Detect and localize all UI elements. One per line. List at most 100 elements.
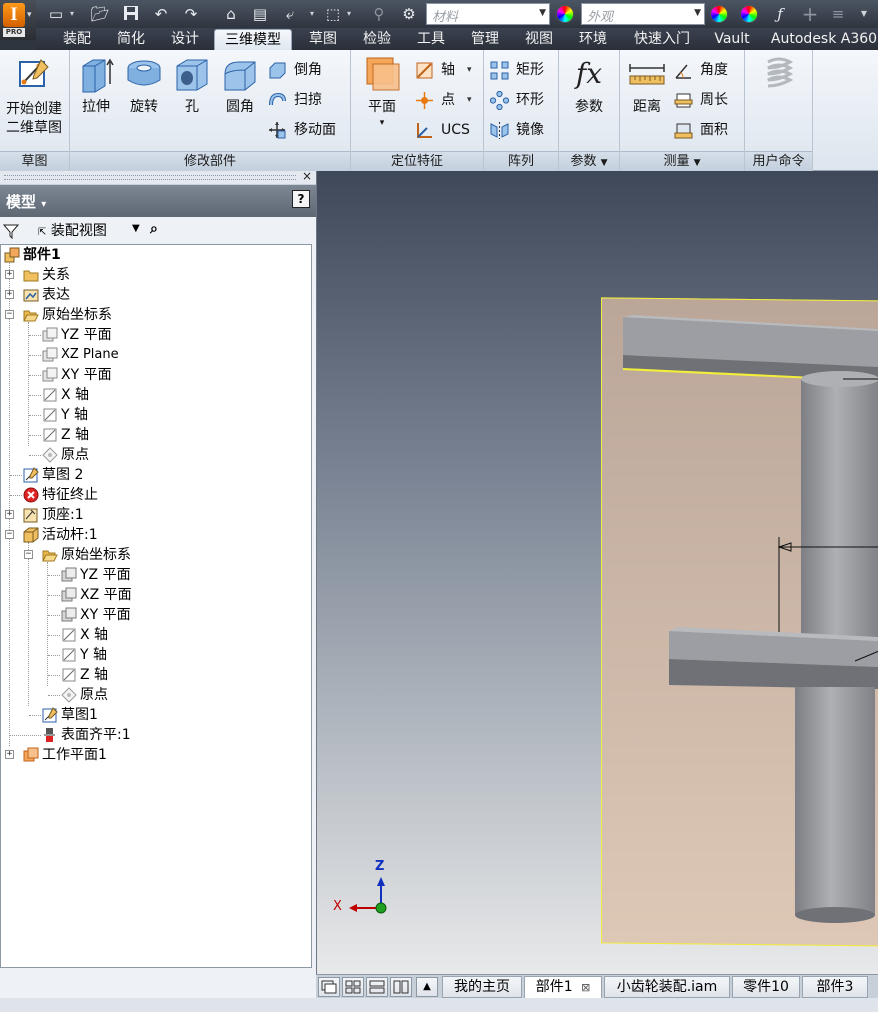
clear-appearance-icon[interactable] bbox=[740, 5, 758, 23]
start-2d-sketch-button[interactable]: 开始创建 二维草图 bbox=[0, 54, 68, 137]
close-icon[interactable]: ⊠ bbox=[581, 981, 590, 994]
fillet-button[interactable]: 圆角 bbox=[218, 54, 262, 116]
new-dropdown-icon[interactable]: ▾ bbox=[68, 4, 76, 24]
doc-tab-my-home[interactable]: 我的主页 bbox=[442, 976, 522, 998]
tile-vertical-icon[interactable] bbox=[390, 977, 412, 997]
expand-icon[interactable]: + bbox=[5, 750, 14, 759]
tab-vault[interactable]: Vault bbox=[708, 29, 756, 50]
tab-sketch[interactable]: 草图 bbox=[300, 29, 346, 50]
measure-icon[interactable]: ⚲ bbox=[369, 4, 389, 24]
panel-parameters: fx 参数 参数 ▼ bbox=[559, 50, 620, 171]
return-dropdown-icon[interactable]: ▾ bbox=[308, 4, 316, 24]
browser-grip[interactable] bbox=[4, 175, 296, 180]
collapse-icon[interactable]: − bbox=[5, 530, 14, 539]
panel-title-measure[interactable]: 测量 ▼ bbox=[620, 151, 744, 171]
loop-button[interactable]: 周长 bbox=[674, 88, 742, 112]
undo-icon[interactable]: ↶ bbox=[151, 4, 171, 24]
expand-icon[interactable]: + bbox=[5, 270, 14, 279]
help-icon[interactable]: ? bbox=[292, 190, 310, 208]
panel-title-parameters[interactable]: 参数 ▼ bbox=[559, 151, 619, 171]
tree-guide bbox=[48, 635, 60, 636]
tab-inspect[interactable]: 检验 bbox=[354, 29, 400, 50]
browser-title-dropdown[interactable]: 模型 ▾ bbox=[6, 191, 46, 212]
tree-guide bbox=[47, 562, 48, 686]
doc-tab-assembly-1[interactable]: 部件1 ⊠ bbox=[524, 976, 602, 998]
tab-autodesk-a360[interactable]: Autodesk A360 bbox=[768, 29, 878, 50]
appearance-combo[interactable]: 外观 ▼ bbox=[581, 3, 705, 25]
ribbon-tabs: 装配 简化 设计 三维模型 草图 检验 工具 管理 视图 环境 快速入门 Vau… bbox=[36, 28, 878, 50]
tab-tools[interactable]: 工具 bbox=[408, 29, 454, 50]
chevron-down-icon[interactable]: ▾ bbox=[467, 58, 472, 82]
tile-horizontal-icon[interactable] bbox=[366, 977, 388, 997]
hole-button[interactable]: 孔 bbox=[170, 54, 214, 116]
close-icon[interactable]: × bbox=[302, 169, 312, 183]
graphics-viewport[interactable]: X Z bbox=[316, 171, 878, 974]
doc-tab-assembly-3[interactable]: 部件3 bbox=[802, 976, 868, 998]
sweep-button[interactable]: 扫掠 bbox=[268, 88, 348, 112]
tree-node-label: YZ 平面 bbox=[80, 567, 131, 583]
material-combo[interactable]: 材料 ▼ bbox=[426, 3, 550, 25]
update-icon[interactable]: ⚙ bbox=[399, 4, 419, 24]
collapse-icon[interactable]: − bbox=[5, 310, 14, 319]
project-icon[interactable]: ▤ bbox=[250, 4, 270, 24]
save-icon[interactable] bbox=[121, 4, 141, 24]
doc-tab-pinion-assembly[interactable]: 小齿轮装配.iam bbox=[604, 976, 730, 998]
area-button[interactable]: 面积 bbox=[674, 118, 742, 142]
collapse-icon[interactable]: − bbox=[24, 550, 33, 559]
tab-assemble[interactable]: 装配 bbox=[54, 29, 100, 50]
user-command-button[interactable] bbox=[755, 54, 803, 94]
rectangular-pattern-button[interactable]: 矩形 bbox=[490, 58, 556, 82]
open-icon[interactable]: 📂︎ bbox=[90, 4, 110, 24]
point-button[interactable]: 点 ▾ bbox=[415, 88, 481, 112]
material-ball-icon[interactable] bbox=[556, 5, 574, 23]
return-icon[interactable]: ⤶ bbox=[280, 4, 300, 24]
assembly-model[interactable] bbox=[317, 171, 878, 974]
revolve-button[interactable]: 旋转 bbox=[122, 54, 166, 116]
parameters-button[interactable]: fx 参数 bbox=[563, 54, 615, 116]
chevron-down-icon[interactable]: ▼ bbox=[132, 223, 140, 234]
fx-icon[interactable]: ƒ bbox=[770, 4, 790, 24]
new-icon[interactable]: ▭ bbox=[46, 4, 66, 24]
tile-windows-icon[interactable] bbox=[342, 977, 364, 997]
move-face-button[interactable]: 移动面 bbox=[268, 118, 348, 142]
tab-view[interactable]: 视图 bbox=[516, 29, 562, 50]
redo-icon[interactable]: ↷ bbox=[181, 4, 201, 24]
chevron-down-icon[interactable]: ▼ bbox=[694, 8, 701, 18]
chevron-down-icon[interactable]: ▼ bbox=[539, 8, 546, 18]
doc-tab-part-10[interactable]: 零件10 bbox=[732, 976, 800, 998]
tab-get-started[interactable]: 快速入门 bbox=[626, 29, 698, 50]
cascade-windows-icon[interactable] bbox=[318, 977, 340, 997]
mirror-button[interactable]: 镜像 bbox=[490, 118, 556, 142]
expand-icon[interactable]: + bbox=[5, 290, 14, 299]
point-icon bbox=[416, 92, 433, 109]
find-icon[interactable]: ⌕ bbox=[150, 221, 158, 237]
application-menu-button[interactable]: I PRO ▾ bbox=[0, 0, 36, 40]
plus-icon[interactable]: + bbox=[800, 4, 820, 24]
axis-button[interactable]: 轴 ▾ bbox=[415, 58, 481, 82]
circular-pattern-button[interactable]: 环形 bbox=[490, 88, 556, 112]
tab-environments[interactable]: 环境 bbox=[570, 29, 616, 50]
browser-titlebar[interactable]: × bbox=[0, 169, 316, 185]
customize-dropdown-icon[interactable]: ▼ bbox=[860, 4, 868, 24]
distance-button[interactable]: 距离 bbox=[624, 54, 670, 116]
more-icon[interactable]: ≡ bbox=[828, 4, 848, 24]
adjust-appearance-icon[interactable] bbox=[710, 5, 728, 23]
tab-3d-model[interactable]: 三维模型 bbox=[214, 29, 292, 50]
ucs-button[interactable]: UCS bbox=[415, 118, 481, 142]
extrude-button[interactable]: 拉伸 bbox=[74, 54, 118, 116]
expand-icon[interactable]: + bbox=[5, 510, 14, 519]
select-icon[interactable]: ⬚ bbox=[323, 4, 343, 24]
tab-list-up-icon[interactable]: ▲ bbox=[416, 977, 438, 997]
angle-button[interactable]: 角度 bbox=[674, 58, 742, 82]
chamfer-button[interactable]: 倒角 bbox=[268, 58, 348, 82]
plane-button[interactable]: 平面 ▾ bbox=[357, 54, 407, 132]
select-dropdown-icon[interactable]: ▾ bbox=[345, 4, 353, 24]
filter-icon[interactable] bbox=[3, 223, 19, 239]
home-icon[interactable]: ⌂ bbox=[221, 4, 241, 24]
tree-node-label: Z 轴 bbox=[61, 427, 90, 443]
chevron-down-icon[interactable]: ▾ bbox=[357, 114, 407, 132]
tab-manage[interactable]: 管理 bbox=[462, 29, 508, 50]
tab-simplify[interactable]: 简化 bbox=[108, 29, 154, 50]
chevron-down-icon[interactable]: ▾ bbox=[467, 88, 472, 112]
tab-design[interactable]: 设计 bbox=[162, 29, 208, 50]
